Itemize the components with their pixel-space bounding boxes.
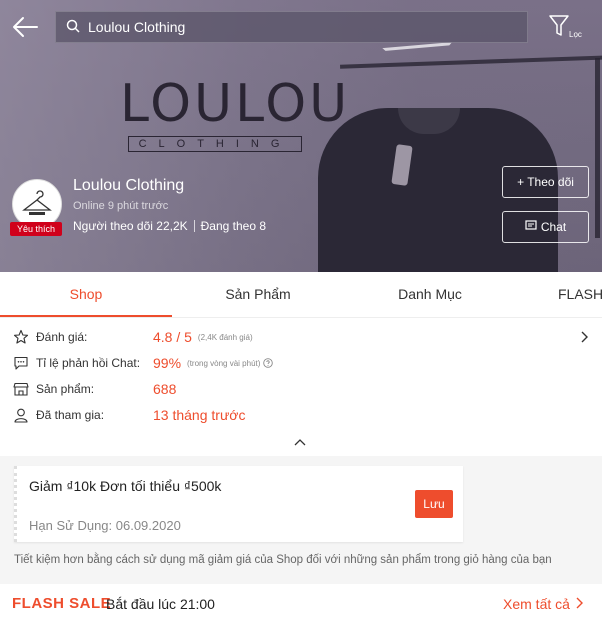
save-voucher-button[interactable]: Lưu xyxy=(415,490,453,518)
followers-count: Người theo dõi 22,2K xyxy=(73,219,188,233)
hanger-logo-icon xyxy=(22,190,52,215)
filter-icon xyxy=(548,15,570,42)
favorite-badge: Yêu thích xyxy=(10,222,62,236)
rating-note: (2,4K đánh giá) xyxy=(197,332,253,342)
info-row-products: Sản phẩm: 688 xyxy=(12,379,176,399)
voucher-expiry: Hạn Sử Dụng: 06.09.2020 xyxy=(29,518,181,533)
see-all-link[interactable]: Xem tất cả xyxy=(503,596,584,612)
tab-shop[interactable]: Shop xyxy=(0,272,172,317)
chat-response-label: Tỉ lệ phản hồi Chat: xyxy=(36,356,141,370)
flash-sale-logo: FLASH SALE xyxy=(12,595,112,612)
flash-sale-bar: FLASH SALE Bắt đầu lúc 21:00 Xem tất cả xyxy=(0,584,602,626)
voucher-hint: Tiết kiệm hơn bằng cách sử dụng mã giảm … xyxy=(14,554,552,566)
tab-flash[interactable]: FLASH xyxy=(516,272,602,317)
user-icon xyxy=(12,406,30,424)
star-icon xyxy=(12,328,30,346)
products-label: Sản phẩm: xyxy=(36,382,95,396)
products-value: 688 xyxy=(153,381,177,397)
chat-response-value: 99% xyxy=(153,355,182,371)
chevron-right-icon[interactable] xyxy=(578,330,590,349)
rating-value: 4.8 / 5 xyxy=(153,329,192,345)
store-icon xyxy=(12,380,30,398)
filter-label: Lọc xyxy=(569,30,582,39)
tab-products[interactable]: Sản Phẩm xyxy=(172,272,344,317)
info-row-chat: Tỉ lệ phản hồi Chat: 99% (trong vòng vài… xyxy=(12,353,274,373)
see-all-label: Xem tất cả xyxy=(503,596,570,612)
online-status: Online 9 phút trước xyxy=(73,200,169,212)
chat-response-note: (trong vòng vài phút) xyxy=(187,358,261,368)
search-icon xyxy=(66,19,88,36)
banner-logo: LOULOU CLOTHING xyxy=(120,74,351,152)
shop-info: Đánh giá: 4.8 / 5 (2,4K đánh giá) Tỉ lệ … xyxy=(0,318,602,456)
chat-bubble-icon xyxy=(12,354,30,372)
chat-button-label: Chat xyxy=(540,220,567,234)
chevron-up-icon[interactable] xyxy=(293,434,307,452)
banner-logo-word: LOULOU xyxy=(120,74,351,134)
info-row-rating: Đánh giá: 4.8 / 5 (2,4K đánh giá) xyxy=(12,327,253,347)
banner-rack-leg xyxy=(595,58,600,238)
chat-icon xyxy=(525,219,537,235)
flash-sale-start: Bắt đầu lúc 21:00 xyxy=(106,596,215,612)
follow-button[interactable]: + Theo dõi xyxy=(502,166,589,198)
back-arrow-icon[interactable] xyxy=(10,12,40,42)
chat-button[interactable]: Chat xyxy=(502,211,589,243)
voucher-section: Giảm ₫10k Đơn tối thiểu ₫500k Hạn Sử Dụn… xyxy=(0,456,602,576)
shop-tabs: Shop Sản Phẩm Danh Mục FLASH xyxy=(0,272,602,318)
shop-stats: Người theo dõi 22,2K Đang theo 8 xyxy=(73,219,266,233)
search-text: Loulou Clothing xyxy=(88,19,186,35)
voucher-title: Giảm ₫10k Đơn tối thiểu ₫500k xyxy=(29,478,222,494)
voucher-card: Giảm ₫10k Đơn tối thiểu ₫500k Hạn Sử Dụn… xyxy=(14,466,463,542)
joined-label: Đã tham gia: xyxy=(36,408,105,422)
joined-value: 13 tháng trước xyxy=(153,407,246,423)
rating-label: Đánh giá: xyxy=(36,330,88,344)
search-input[interactable]: Loulou Clothing xyxy=(55,11,528,43)
filter-button[interactable]: Lọc xyxy=(548,14,596,44)
tab-categories[interactable]: Danh Mục xyxy=(344,272,516,317)
shop-name: Loulou Clothing xyxy=(73,177,185,194)
banner-logo-sub: CLOTHING xyxy=(127,136,303,152)
stats-divider xyxy=(193,220,195,232)
shop-header: LOULOU CLOTHING Loulou Clothing Lọc Yêu … xyxy=(0,0,602,272)
following-count: Đang theo 8 xyxy=(200,219,267,233)
chevron-right-icon xyxy=(574,596,584,612)
help-icon[interactable] xyxy=(263,358,274,368)
info-row-joined: Đã tham gia: 13 tháng trước xyxy=(12,405,246,425)
banner-hanger xyxy=(382,42,458,113)
